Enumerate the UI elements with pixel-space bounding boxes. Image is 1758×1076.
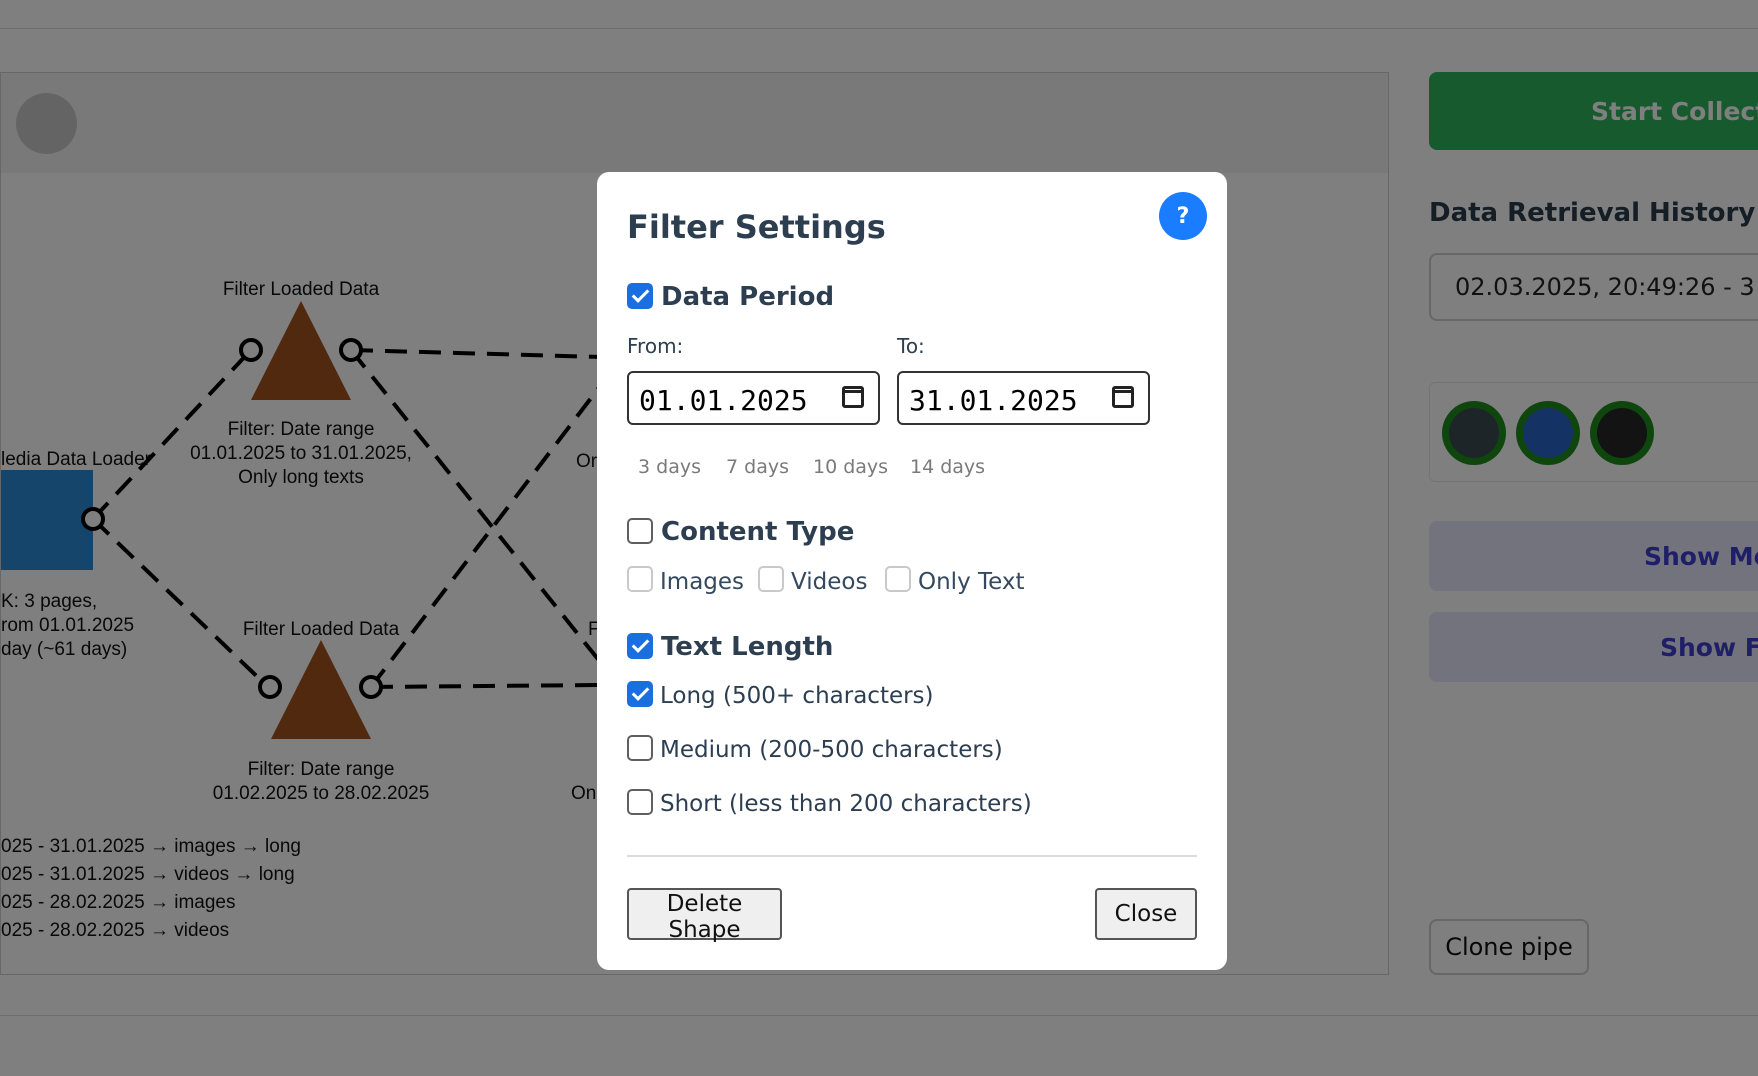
preset-7-days[interactable]: 7 days <box>726 456 789 478</box>
from-label: From: <box>627 334 684 358</box>
images-label: Images <box>660 569 745 595</box>
dialog-title: Filter Settings <box>627 208 886 246</box>
filter-settings-dialog: Filter Settings ? Data Period From: To: … <box>597 172 1227 970</box>
calendar-icon[interactable] <box>842 386 864 408</box>
to-date-input[interactable]: 31.01.2025 <box>897 371 1150 425</box>
content-type-label: Content Type <box>661 517 855 547</box>
data-period-label: Data Period <box>661 282 835 312</box>
preset-14-days[interactable]: 14 days <box>910 456 985 478</box>
from-date-input[interactable]: 01.01.2025 <box>627 371 880 425</box>
preset-10-days[interactable]: 10 days <box>813 456 888 478</box>
long-text-label: Long (500+ characters) <box>660 683 934 709</box>
images-checkbox[interactable] <box>627 566 653 592</box>
medium-text-checkbox[interactable] <box>627 735 653 761</box>
videos-checkbox[interactable] <box>758 566 784 592</box>
text-length-checkbox[interactable] <box>627 633 653 659</box>
text-length-label: Text Length <box>661 632 834 662</box>
long-text-checkbox[interactable] <box>627 681 653 707</box>
only-text-label: Only Text <box>918 569 1025 595</box>
dialog-divider <box>627 855 1197 857</box>
help-button[interactable]: ? <box>1159 192 1207 240</box>
delete-shape-button[interactable]: Delete Shape <box>627 888 782 943</box>
only-text-checkbox[interactable] <box>885 566 911 592</box>
from-date-value: 01.01.2025 <box>639 384 808 417</box>
preset-3-days[interactable]: 3 days <box>638 456 701 478</box>
to-label: To: <box>897 334 925 358</box>
to-date-value: 31.01.2025 <box>909 384 1078 417</box>
calendar-icon[interactable] <box>1112 386 1134 408</box>
medium-text-label: Medium (200-500 characters) <box>660 737 1003 763</box>
videos-label: Videos <box>791 569 868 595</box>
short-text-checkbox[interactable] <box>627 789 653 815</box>
close-button[interactable]: Close <box>1095 888 1197 940</box>
short-text-label: Short (less than 200 characters) <box>660 791 1032 817</box>
content-type-checkbox[interactable] <box>627 518 653 544</box>
data-period-checkbox[interactable] <box>627 283 653 309</box>
